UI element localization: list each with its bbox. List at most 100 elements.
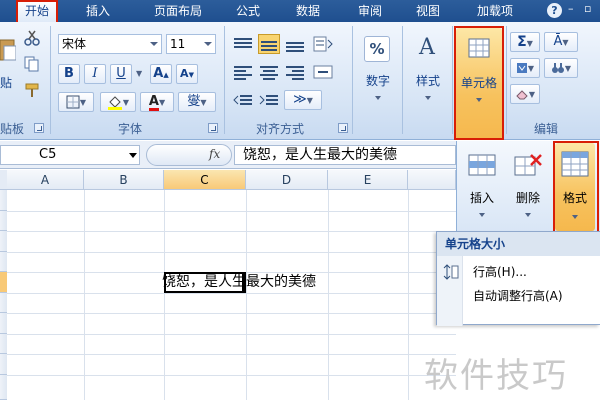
gridline <box>84 190 85 400</box>
formula-buttons: fx <box>146 144 232 166</box>
column-header[interactable]: D <box>246 170 328 190</box>
align-right-icon[interactable] <box>284 62 306 82</box>
tab-view[interactable]: 视图 <box>408 0 448 22</box>
row-header[interactable] <box>0 211 7 231</box>
minimize-ribbon-icon[interactable]: – <box>568 3 578 14</box>
group-separator <box>452 26 453 134</box>
ribbon-home: 贴 贴板 宋体 11 B I U ▼ A▲ A▼ ▼ ▼ A▼ 燮▼ 字体 ≫▼… <box>0 22 600 140</box>
sum-icon: Σ <box>517 34 527 50</box>
row-header[interactable] <box>0 252 7 272</box>
tab-insert[interactable]: 插入 <box>78 0 118 22</box>
font-size-select[interactable]: 11 <box>166 34 216 54</box>
paste-icon <box>0 39 16 61</box>
percent-icon: % <box>364 36 390 62</box>
tab-home[interactable]: 开始 <box>16 0 58 22</box>
styles-icon: A <box>419 35 435 60</box>
column-header-selected[interactable]: C <box>164 170 246 190</box>
text-cursor <box>242 273 244 292</box>
borders-button[interactable]: ▼ <box>58 92 94 112</box>
sort-filter-button[interactable]: Ā▼ <box>544 32 578 52</box>
insert-cells-button[interactable]: 插入 <box>461 145 503 227</box>
eraser-icon <box>516 89 528 99</box>
underline-dropdown-icon[interactable]: ▼ <box>136 69 142 78</box>
tab-formulas[interactable]: 公式 <box>228 0 268 22</box>
binoculars-icon <box>551 62 564 73</box>
underline-button[interactable]: U <box>110 64 132 84</box>
font-name-value: 宋体 <box>62 37 87 51</box>
row-header[interactable] <box>0 334 7 354</box>
find-select-button[interactable]: ▼ <box>544 58 578 78</box>
autosum-button[interactable]: Σ▼ <box>510 32 540 52</box>
row-header[interactable] <box>0 293 7 313</box>
group-separator <box>352 26 353 134</box>
font-name-select[interactable]: 宋体 <box>58 34 162 54</box>
text-angle-icon: ≫ <box>293 92 307 107</box>
row-header[interactable] <box>0 313 7 334</box>
align-center-icon[interactable] <box>258 62 280 82</box>
chevron-down-icon <box>479 213 485 217</box>
chevron-down-icon <box>525 213 531 217</box>
tab-review[interactable]: 审阅 <box>350 0 390 22</box>
worksheet-grid[interactable]: A B C D E 饶恕，是人生最大的美德 <box>0 170 456 400</box>
copy-icon[interactable] <box>24 56 40 72</box>
gridline <box>7 211 456 212</box>
align-bottom-icon[interactable] <box>284 34 306 54</box>
gridline <box>246 190 247 400</box>
tab-data[interactable]: 数据 <box>288 0 328 22</box>
delete-cells-button[interactable]: 删除 <box>507 145 549 227</box>
menu-item-autofit-row-height[interactable]: 自动调整行高(A) <box>473 286 563 306</box>
column-header[interactable]: E <box>328 170 408 190</box>
formula-input[interactable]: 饶恕，是人生最大的美德 <box>234 145 456 165</box>
fill-color-button[interactable]: ▼ <box>100 92 136 112</box>
font-launcher-icon[interactable] <box>208 123 218 133</box>
increase-font-size-button[interactable]: A▲ <box>150 64 172 84</box>
row-header[interactable] <box>0 231 7 252</box>
chevron-down-icon <box>425 96 431 100</box>
gridline <box>7 334 456 335</box>
fill-button[interactable]: ▼ <box>510 58 540 78</box>
decrease-indent-icon[interactable] <box>232 90 254 110</box>
alignment-launcher-icon[interactable] <box>338 123 348 133</box>
align-left-icon[interactable] <box>232 62 254 82</box>
menu-item-row-height[interactable]: 行高(H)... <box>473 262 527 282</box>
merge-center-icon[interactable] <box>312 62 334 82</box>
align-top-icon[interactable] <box>232 34 254 54</box>
name-box[interactable]: C5 <box>0 145 140 165</box>
column-header[interactable]: A <box>7 170 84 190</box>
cut-icon[interactable] <box>24 30 40 46</box>
paste-button[interactable]: 贴 <box>0 28 20 98</box>
text-direction-button[interactable]: ≫▼ <box>284 90 322 110</box>
orientation-icon[interactable] <box>312 34 334 54</box>
help-icon[interactable]: ? <box>547 3 562 18</box>
insert-function-button[interactable]: fx <box>209 147 220 161</box>
cells-dropdown-panel: 插入 删除 格式 <box>456 141 600 233</box>
row-header[interactable] <box>0 354 7 375</box>
align-middle-icon[interactable] <box>258 34 280 54</box>
tab-add-ins[interactable]: 加载项 <box>468 0 522 22</box>
delete-label: 删除 <box>515 191 540 205</box>
font-color-icon: A <box>148 94 159 111</box>
format-painter-icon[interactable] <box>24 82 40 98</box>
font-color-button[interactable]: A▼ <box>140 92 174 112</box>
group-separator <box>402 26 403 134</box>
styles-button[interactable]: A 样式 <box>406 28 450 116</box>
name-box-value: C5 <box>39 147 57 162</box>
number-format-button[interactable]: % 数字 <box>356 28 400 116</box>
clear-button[interactable]: ▼ <box>510 84 540 104</box>
row-header[interactable] <box>0 190 7 211</box>
column-header[interactable]: B <box>84 170 164 190</box>
row-header[interactable] <box>0 375 7 400</box>
increase-indent-icon[interactable] <box>258 90 280 110</box>
column-header[interactable] <box>408 170 456 190</box>
clipboard-launcher-icon[interactable] <box>34 123 44 133</box>
phonetic-guide-button[interactable]: 燮▼ <box>178 92 216 112</box>
decrease-font-size-button[interactable]: A▼ <box>176 64 198 84</box>
insert-cells-icon <box>468 154 496 176</box>
bold-button[interactable]: B <box>58 64 80 84</box>
editing-group-label: 编辑 <box>533 122 558 136</box>
select-all-corner[interactable] <box>0 170 7 190</box>
row-header-selected[interactable] <box>0 272 7 293</box>
tab-page-layout[interactable]: 页面布局 <box>142 0 214 22</box>
italic-button[interactable]: I <box>84 64 106 84</box>
restore-window-icon[interactable]: ▫ <box>584 3 594 14</box>
